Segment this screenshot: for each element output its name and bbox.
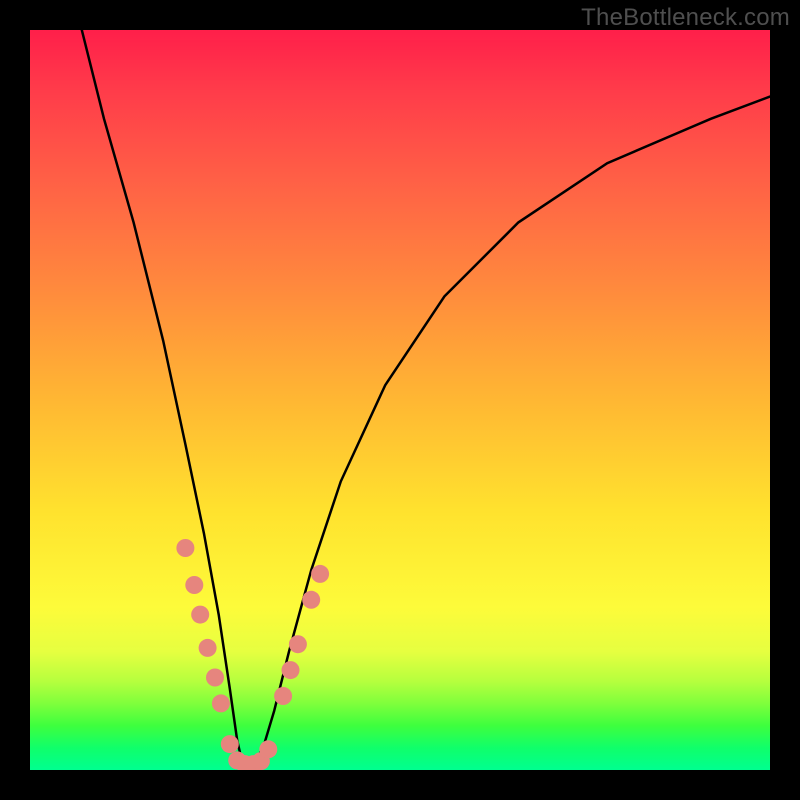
scatter-dot [302, 591, 320, 609]
scatter-dot [274, 687, 292, 705]
scatter-dot [191, 606, 209, 624]
plot-area [30, 30, 770, 770]
scatter-dot [176, 539, 194, 557]
scatter-layer [176, 539, 329, 770]
scatter-dot [259, 740, 277, 758]
scatter-dot [289, 635, 307, 653]
watermark-text: TheBottleneck.com [581, 4, 790, 32]
outer-frame: TheBottleneck.com [0, 0, 800, 800]
scatter-dot [311, 565, 329, 583]
scatter-dot [199, 639, 217, 657]
curve-layer [82, 30, 770, 766]
scatter-dot [282, 661, 300, 679]
scatter-dot [185, 576, 203, 594]
scatter-dot [206, 669, 224, 687]
chart-svg [30, 30, 770, 770]
bottleneck-curve [82, 30, 770, 766]
scatter-dot [221, 735, 239, 753]
scatter-dot [212, 694, 230, 712]
